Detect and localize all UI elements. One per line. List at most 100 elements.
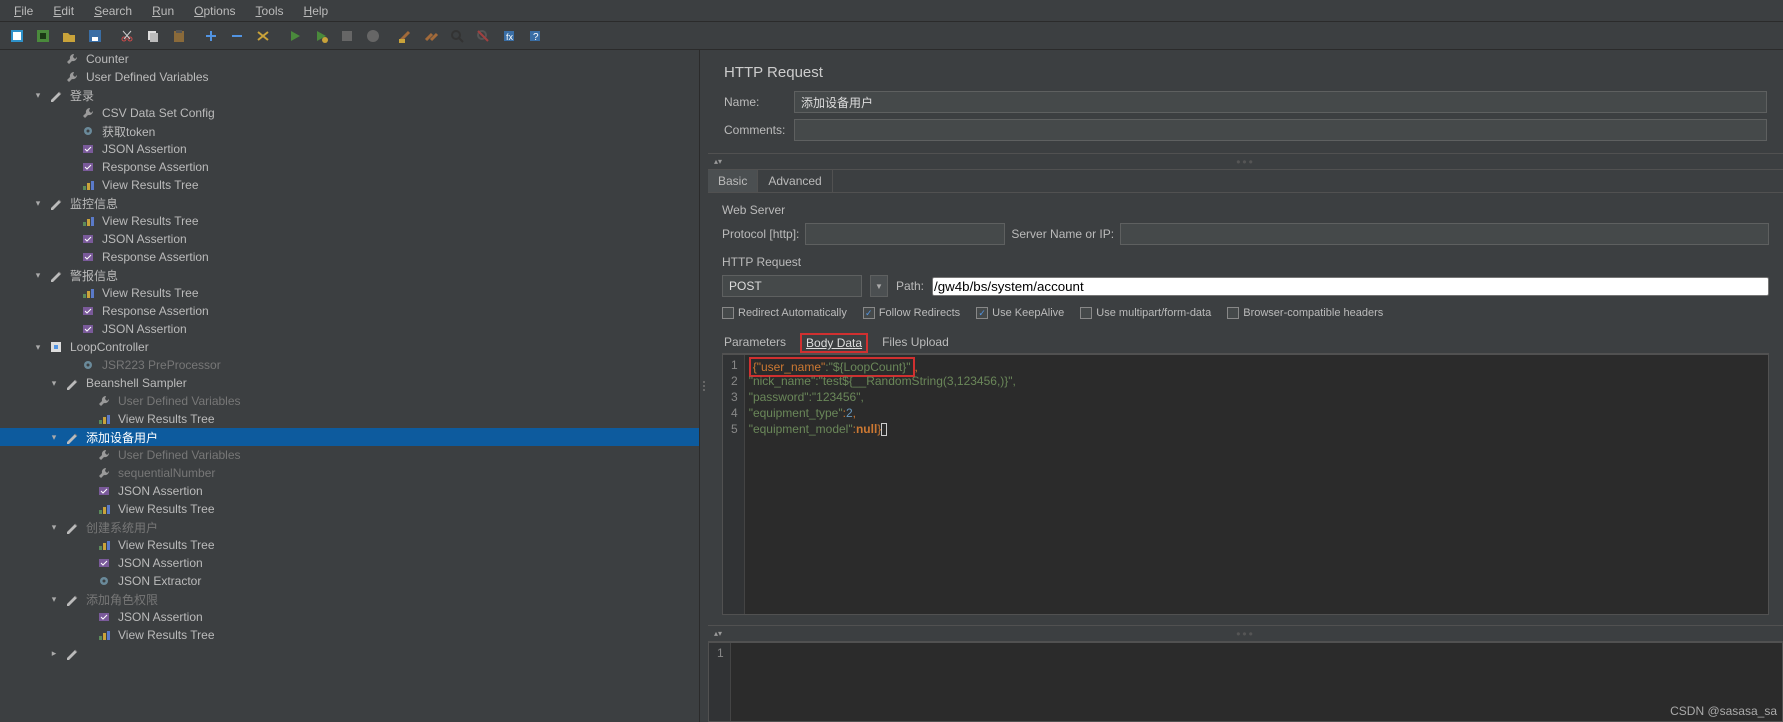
code-lines[interactable]: {"user_name":"${LoopCount}", "nick_name"… [745, 355, 1020, 614]
tree-node[interactable]: View Results Tree [0, 212, 699, 230]
expand-icon[interactable] [199, 24, 223, 48]
tree-node[interactable]: Response Assertion [0, 302, 699, 320]
menu-options[interactable]: Options [184, 2, 245, 20]
server-input[interactable] [1120, 223, 1769, 245]
tree-node[interactable]: User Defined Variables [0, 68, 699, 86]
open-icon[interactable] [57, 24, 81, 48]
tree-node[interactable]: ▸ [0, 644, 699, 662]
search-icon[interactable] [445, 24, 469, 48]
cut-icon[interactable] [115, 24, 139, 48]
chk-multipart[interactable]: Use multipart/form-data [1080, 307, 1211, 319]
menu-edit[interactable]: Edit [43, 2, 84, 20]
tree-node[interactable]: JSON Assertion [0, 140, 699, 158]
tree-node[interactable]: User Defined Variables [0, 392, 699, 410]
method-dropdown-icon[interactable]: ▼ [870, 275, 888, 297]
tab-parameters[interactable]: Parameters [722, 333, 788, 351]
menu-run[interactable]: Run [142, 2, 184, 20]
tree-node[interactable]: ▾登录 [0, 86, 699, 104]
tree-toggle-icon[interactable]: ▾ [32, 270, 44, 281]
bottom-collapse[interactable]: ▴▾ ••• [708, 626, 1783, 642]
tree-node[interactable]: View Results Tree [0, 410, 699, 428]
new-icon[interactable] [5, 24, 29, 48]
assert-icon [80, 159, 96, 175]
shutdown-icon[interactable] [361, 24, 385, 48]
tree-node[interactable]: JSON Assertion [0, 608, 699, 626]
collapse-icon[interactable] [225, 24, 249, 48]
paste-icon[interactable] [167, 24, 191, 48]
tab-body-data[interactable]: Body Data [800, 333, 868, 353]
tree-node[interactable]: JSON Assertion [0, 554, 699, 572]
tree-node[interactable]: View Results Tree [0, 626, 699, 644]
tree-node[interactable]: CSV Data Set Config [0, 104, 699, 122]
menu-search[interactable]: Search [84, 2, 142, 20]
tree-node[interactable]: ▾Beanshell Sampler [0, 374, 699, 392]
method-select[interactable]: POST [722, 275, 862, 297]
stop-icon[interactable] [335, 24, 359, 48]
path-input[interactable] [932, 277, 1769, 296]
tree-node[interactable]: User Defined Variables [0, 446, 699, 464]
tab-basic[interactable]: Basic [708, 170, 758, 192]
tree-toggle-icon[interactable]: ▾ [48, 594, 60, 605]
tree-node[interactable]: View Results Tree [0, 536, 699, 554]
reset-search-icon[interactable] [471, 24, 495, 48]
tree-node[interactable]: ▾监控信息 [0, 194, 699, 212]
protocol-input[interactable] [805, 223, 1005, 245]
test-plan-tree[interactable]: CounterUser Defined Variables▾登录CSV Data… [0, 50, 700, 722]
splitter[interactable] [700, 50, 708, 722]
clear-all-icon[interactable] [419, 24, 443, 48]
tree-toggle-icon[interactable]: ▾ [32, 198, 44, 209]
tree-node[interactable]: 获取token [0, 122, 699, 140]
tree-node[interactable]: ▾ 添加角色权限 [0, 590, 699, 608]
chk-redirect-auto[interactable]: Redirect Automatically [722, 307, 847, 319]
run-no-pause-icon[interactable] [309, 24, 333, 48]
chk-browser-compat[interactable]: Browser-compatible headers [1227, 307, 1383, 319]
config-tabs: Basic Advanced [708, 170, 1783, 193]
tree-toggle-icon[interactable]: ▾ [32, 90, 44, 101]
tree-toggle-icon[interactable]: ▾ [48, 522, 60, 533]
tree-toggle-icon[interactable]: ▾ [48, 378, 60, 389]
tree-node[interactable]: View Results Tree [0, 176, 699, 194]
tree-node[interactable]: JSR223 PreProcessor [0, 356, 699, 374]
toggle-icon[interactable] [251, 24, 275, 48]
tree-node[interactable]: ▾添加设备用户 [0, 428, 699, 446]
section-collapse[interactable]: ▴▾ ••• [708, 154, 1783, 170]
name-input[interactable] [794, 91, 1767, 113]
tree-node[interactable]: sequentialNumber [0, 464, 699, 482]
save-icon[interactable] [83, 24, 107, 48]
function-helper-icon[interactable]: fx [497, 24, 521, 48]
bottom-editor[interactable]: 1 [708, 642, 1783, 722]
body-data-editor[interactable]: 12345 {"user_name":"${LoopCount}", "nick… [722, 354, 1769, 615]
tree-label: JSON Assertion [116, 484, 203, 498]
tree-node[interactable]: View Results Tree [0, 500, 699, 518]
tree-label: 添加角色权限 [84, 591, 158, 608]
chk-keepalive[interactable]: Use KeepAlive [976, 307, 1064, 319]
run-icon[interactable] [283, 24, 307, 48]
copy-icon[interactable] [141, 24, 165, 48]
tree-toggle-icon[interactable]: ▸ [48, 648, 60, 659]
menu-tools[interactable]: Tools [246, 2, 294, 20]
help-icon[interactable]: ? [523, 24, 547, 48]
results-icon [80, 285, 96, 301]
pencil-icon [64, 429, 80, 445]
tree-node[interactable]: ▾LoopController [0, 338, 699, 356]
menu-help[interactable]: Help [294, 2, 339, 20]
chk-follow-redirects[interactable]: Follow Redirects [863, 307, 960, 319]
tree-node[interactable]: View Results Tree [0, 284, 699, 302]
tree-node[interactable]: Response Assertion [0, 248, 699, 266]
clear-icon[interactable] [393, 24, 417, 48]
tab-advanced[interactable]: Advanced [758, 170, 832, 192]
tree-node[interactable]: JSON Assertion [0, 482, 699, 500]
tree-node[interactable]: ▾警报信息 [0, 266, 699, 284]
tree-node[interactable]: JSON Extractor [0, 572, 699, 590]
template-icon[interactable] [31, 24, 55, 48]
tree-node[interactable]: Response Assertion [0, 158, 699, 176]
tree-node[interactable]: Counter [0, 50, 699, 68]
tree-node[interactable]: JSON Assertion [0, 320, 699, 338]
tree-toggle-icon[interactable]: ▾ [32, 342, 44, 353]
menu-file[interactable]: File [4, 2, 43, 20]
tree-node[interactable]: JSON Assertion [0, 230, 699, 248]
comments-input[interactable] [794, 119, 1767, 141]
tree-node[interactable]: ▾创建系统用户 [0, 518, 699, 536]
tab-files-upload[interactable]: Files Upload [880, 333, 951, 351]
tree-toggle-icon[interactable]: ▾ [48, 432, 60, 443]
